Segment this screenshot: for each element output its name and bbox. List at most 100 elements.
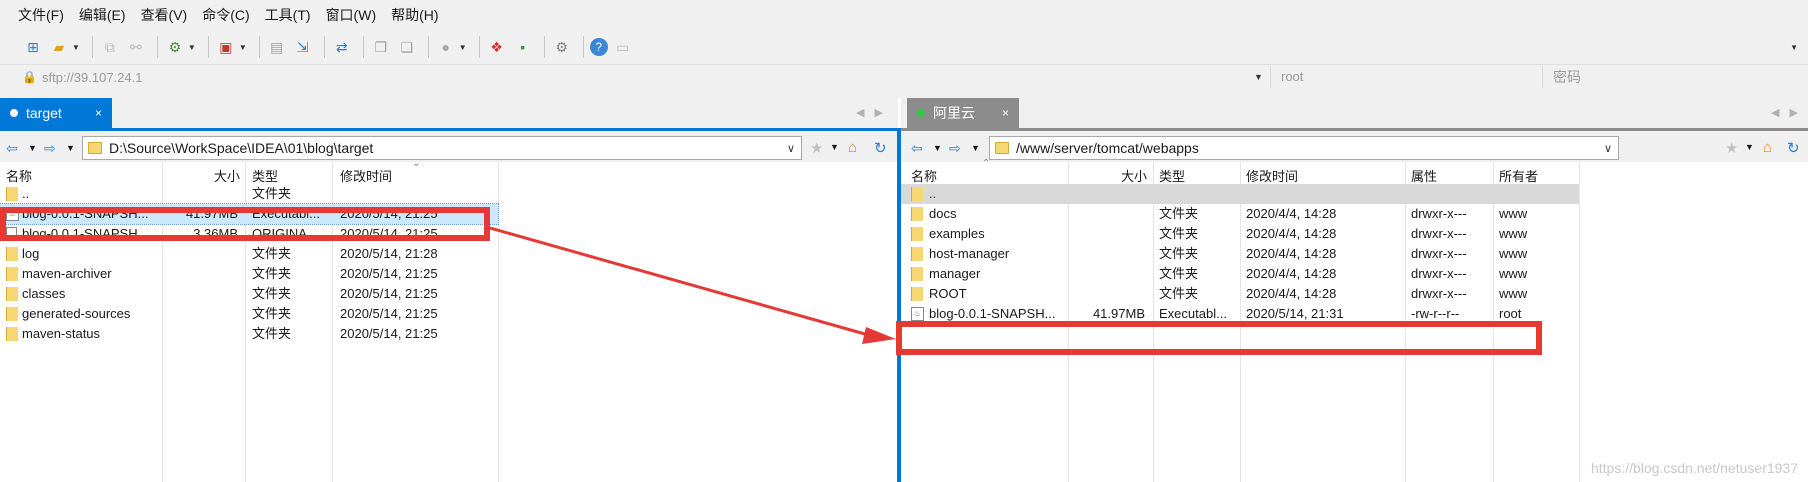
- column-header-type[interactable]: 类型: [252, 166, 278, 185]
- bookmark-icon[interactable]: ★: [810, 139, 823, 157]
- watermark: https://blog.csdn.net/netuser1937: [1590, 460, 1798, 476]
- path-input[interactable]: /www/server/tomcat/webapps ∨: [989, 136, 1619, 160]
- open-folder-icon[interactable]: ▰: [48, 36, 70, 58]
- type-cell: 文件夹: [1159, 226, 1199, 241]
- compare-icon[interactable]: ⧉: [99, 36, 121, 58]
- chevron-down-icon[interactable]: ▼: [66, 143, 75, 153]
- menu-command[interactable]: 命令(C): [202, 5, 249, 25]
- folder-icon: [911, 227, 923, 241]
- refresh-icon[interactable]: ↻: [874, 139, 887, 157]
- document-icon[interactable]: ▤: [266, 36, 288, 58]
- column-header-name[interactable]: 名称: [6, 166, 32, 185]
- chevron-down-icon[interactable]: ▼: [971, 143, 980, 153]
- table-row[interactable]: log 文件夹 2020/5/14, 21:28: [0, 244, 498, 264]
- column-header-size[interactable]: 大小: [214, 166, 240, 185]
- type-cell: 文件夹: [1159, 266, 1199, 281]
- chevron-down-icon[interactable]: ▼: [933, 143, 942, 153]
- refresh-icon[interactable]: ↻: [1787, 139, 1800, 157]
- menu-file[interactable]: 文件(F): [18, 5, 64, 25]
- username-input[interactable]: root: [1270, 66, 1540, 88]
- transfer-icon[interactable]: ⇲: [292, 36, 314, 58]
- path-input[interactable]: D:\Source\WorkSpace\IDEA\01\blog\target …: [82, 136, 802, 160]
- attrs-cell: drwxr-x---: [1411, 246, 1467, 261]
- record-icon[interactable]: ●: [435, 36, 457, 58]
- column-header-attributes[interactable]: 属性: [1411, 166, 1437, 185]
- putty-icon[interactable]: ❖: [486, 36, 508, 58]
- column-header-modified[interactable]: 修改时间: [1246, 166, 1298, 185]
- swap-icon[interactable]: ⇄: [331, 36, 353, 58]
- menu-edit[interactable]: 编辑(E): [79, 5, 126, 25]
- forward-icon[interactable]: ⇨: [44, 140, 56, 157]
- chevron-down-icon[interactable]: ▼: [72, 43, 80, 52]
- folder-icon: [911, 247, 923, 261]
- new-session-icon[interactable]: ⊞: [22, 36, 44, 58]
- table-row[interactable]: classes 文件夹 2020/5/14, 21:25: [0, 284, 498, 304]
- tab-scroll-arrows-icon[interactable]: ◀▶: [856, 106, 893, 119]
- type-cell: 文件夹: [1159, 206, 1199, 221]
- type-cell: 文件夹: [252, 306, 292, 321]
- table-row[interactable]: ..: [901, 184, 1579, 204]
- sync-icon[interactable]: ⚯: [125, 36, 147, 58]
- table-row[interactable]: maven-archiver 文件夹 2020/5/14, 21:25: [0, 264, 498, 284]
- toolbar-overflow-icon[interactable]: ▼: [1790, 43, 1798, 52]
- table-row[interactable]: ROOT 文件夹 2020/4/4, 14:28 drwxr-x--- www: [901, 284, 1579, 304]
- chevron-down-icon[interactable]: ▼: [459, 43, 467, 52]
- chevron-down-icon[interactable]: ▼: [28, 143, 37, 153]
- forward-icon[interactable]: ⇨: [949, 140, 961, 157]
- copy-icon[interactable]: ❐: [370, 36, 392, 58]
- menu-window[interactable]: 窗口(W): [326, 5, 377, 25]
- bookmark-icon[interactable]: ★: [1725, 139, 1738, 157]
- name-cell: ROOT: [929, 286, 967, 301]
- table-row[interactable]: maven-status 文件夹 2020/5/14, 21:25: [0, 324, 498, 344]
- menu-tools[interactable]: 工具(T): [265, 5, 311, 25]
- chevron-down-icon[interactable]: ▼: [1254, 72, 1263, 82]
- home-icon[interactable]: ⌂: [1763, 139, 1772, 156]
- table-row[interactable]: .. 文件夹: [0, 184, 498, 204]
- queue-icon[interactable]: ⚙: [164, 36, 186, 58]
- paste-icon[interactable]: ❏: [396, 36, 418, 58]
- column-header-owner[interactable]: 所有者: [1499, 166, 1538, 185]
- host-input[interactable]: sftp://39.107.24.1: [42, 70, 142, 85]
- folder-icon: [911, 207, 923, 221]
- modified-cell: 2020/4/4, 14:28: [1246, 246, 1337, 261]
- type-cell: 文件夹: [252, 246, 292, 261]
- menu-help[interactable]: 帮助(H): [391, 5, 438, 25]
- table-row[interactable]: manager 文件夹 2020/4/4, 14:28 drwxr-x--- www: [901, 264, 1579, 284]
- chevron-down-icon[interactable]: ∨: [787, 142, 795, 155]
- chevron-down-icon[interactable]: ▼: [830, 142, 839, 152]
- name-cell: docs: [929, 206, 957, 221]
- home-icon[interactable]: ⌂: [848, 139, 857, 156]
- table-row[interactable]: docs 文件夹 2020/4/4, 14:28 drwxr-x--- www: [901, 204, 1579, 224]
- console-icon[interactable]: ▣: [215, 36, 237, 58]
- password-input[interactable]: 密码: [1542, 66, 1808, 88]
- settings-icon[interactable]: ⚙: [551, 36, 573, 58]
- help-icon[interactable]: ?: [589, 38, 608, 56]
- table-row[interactable]: examples 文件夹 2020/4/4, 14:28 drwxr-x--- www: [901, 224, 1579, 244]
- menu-view[interactable]: 查看(V): [141, 5, 188, 25]
- toolbar-separator: [258, 36, 260, 58]
- tab-scroll-arrows-icon[interactable]: ◀▶: [1771, 106, 1808, 119]
- chevron-down-icon[interactable]: ▼: [1745, 142, 1754, 152]
- owner-cell: www: [1499, 286, 1528, 301]
- column-header-name[interactable]: 名称: [911, 166, 937, 185]
- table-row[interactable]: generated-sources 文件夹 2020/5/14, 21:25: [0, 304, 498, 324]
- chat-icon[interactable]: ▭: [612, 36, 634, 58]
- back-icon[interactable]: ⇦: [911, 140, 923, 157]
- folder-icon: [6, 307, 18, 321]
- terminal-icon[interactable]: ▪: [512, 36, 534, 58]
- tab-target[interactable]: target ×: [0, 98, 112, 128]
- column-header-type[interactable]: 类型: [1159, 166, 1185, 185]
- chevron-down-icon[interactable]: ▼: [239, 43, 247, 52]
- back-icon[interactable]: ⇦: [6, 140, 18, 157]
- close-icon[interactable]: ×: [95, 106, 102, 120]
- attrs-cell: drwxr-x---: [1411, 226, 1467, 241]
- column-header-modified[interactable]: 修改时间: [340, 166, 392, 185]
- chevron-down-icon[interactable]: ▼: [188, 43, 196, 52]
- column-header-size[interactable]: 大小: [1121, 166, 1147, 185]
- tab-aliyun[interactable]: 阿里云 ×: [907, 98, 1019, 128]
- folder-icon: [6, 247, 18, 261]
- table-row[interactable]: host-manager 文件夹 2020/4/4, 14:28 drwxr-x---…: [901, 244, 1579, 264]
- chevron-down-icon[interactable]: ∨: [1604, 142, 1612, 155]
- close-icon[interactable]: ×: [1002, 106, 1009, 120]
- name-cell: maven-archiver: [22, 266, 112, 281]
